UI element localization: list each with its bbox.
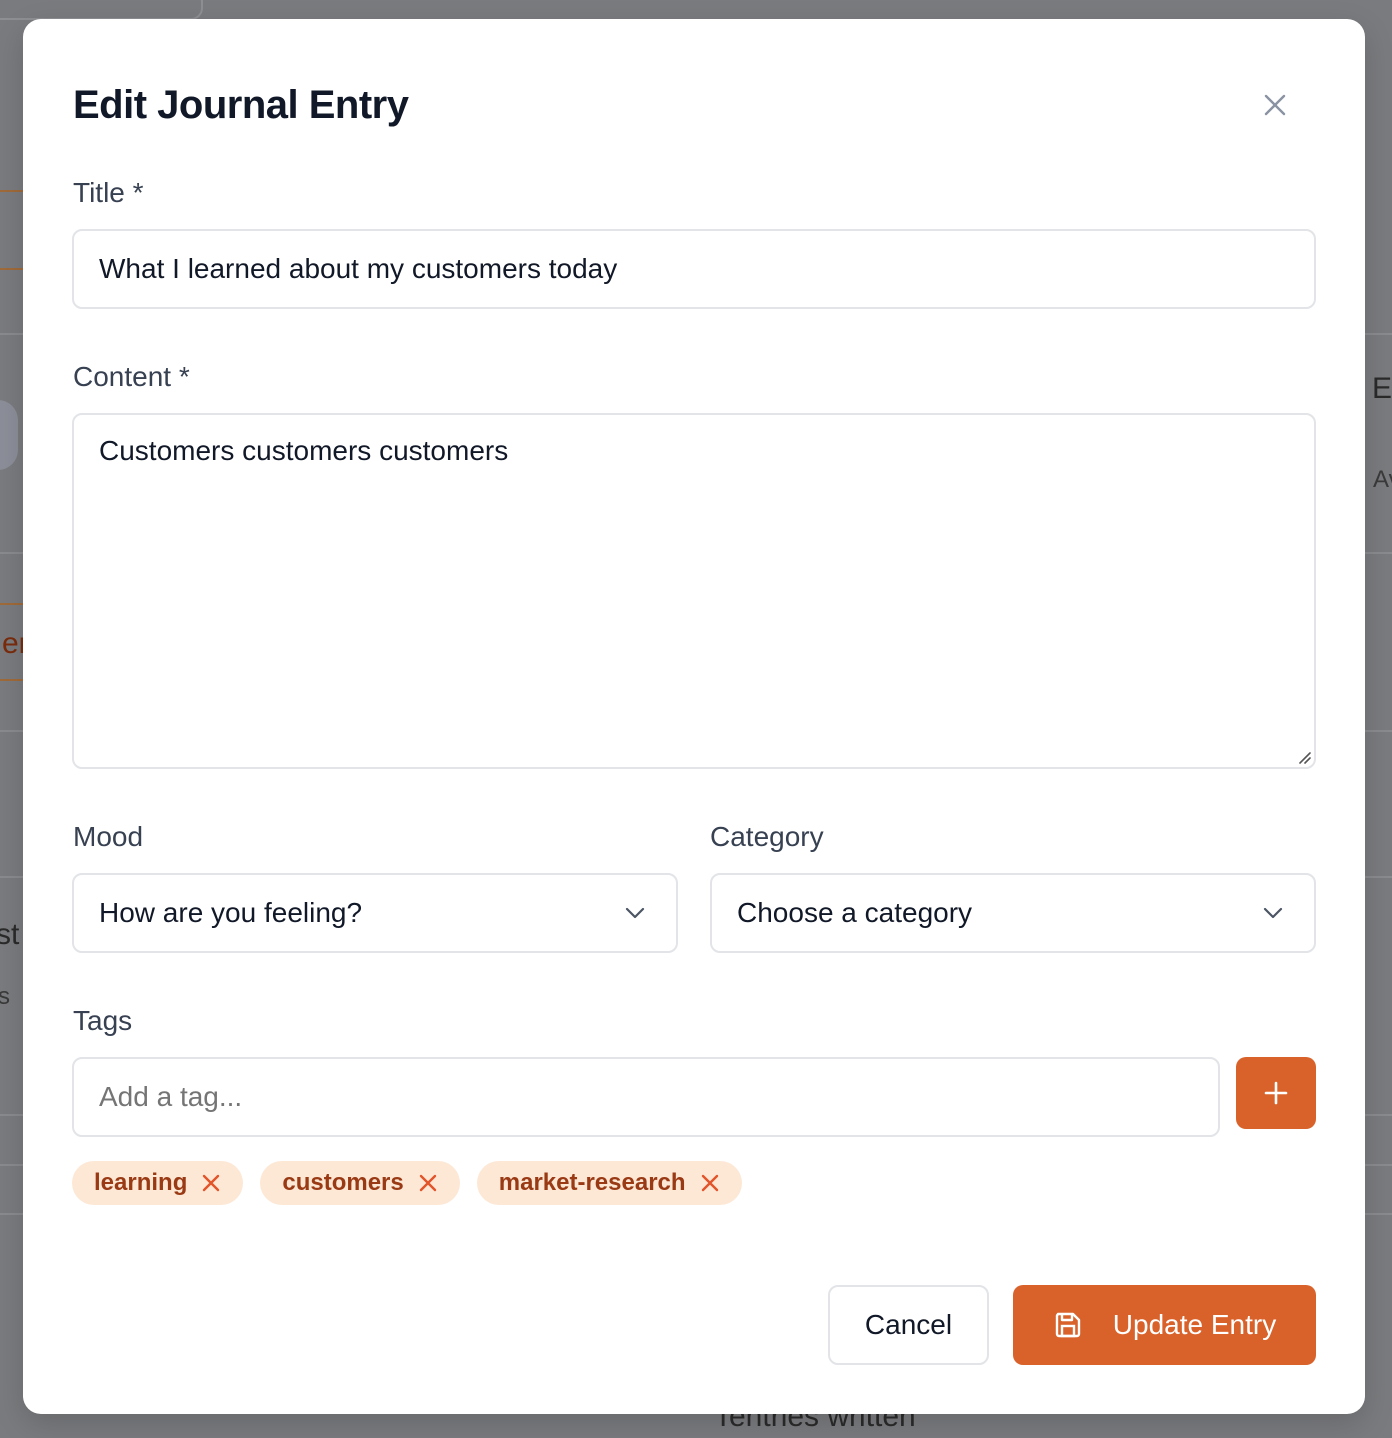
background-avatar: [0, 400, 18, 470]
tag-chip: market-research: [476, 1161, 742, 1205]
background-text-fragment: Av: [1373, 466, 1392, 493]
tag-label: market-research: [498, 1169, 686, 1196]
chevron-down-icon: [1263, 907, 1283, 919]
cancel-button-label: Cancel: [864, 1309, 953, 1340]
title-label: Title *: [73, 177, 144, 208]
add-tag-button[interactable]: [1236, 1057, 1316, 1129]
plus-icon: [1264, 1081, 1288, 1105]
update-entry-button-label: Update Entry: [1112, 1309, 1277, 1340]
remove-tag-button[interactable]: [201, 1173, 221, 1193]
modal-title: Edit Journal Entry: [73, 83, 409, 127]
tag-label: customers: [282, 1169, 404, 1196]
content-textarea[interactable]: Customers customers customers: [72, 413, 1316, 769]
tag-chip: learning: [72, 1161, 244, 1205]
close-icon: [701, 1174, 718, 1192]
tag-input[interactable]: [72, 1057, 1220, 1137]
content-textarea-value: Customers customers customers: [99, 435, 509, 466]
background-highlight: [0, 190, 24, 270]
remove-tag-button[interactable]: [700, 1173, 720, 1193]
tag-list: learning customers market-research: [72, 1161, 742, 1205]
mood-label: Mood: [73, 821, 144, 852]
edit-entry-modal: Edit Journal Entry Title * What I learne…: [23, 19, 1365, 1414]
title-input-value: What I learned about my customers today: [99, 253, 618, 284]
chevron-down-icon: [625, 907, 645, 919]
category-label: Category: [710, 821, 824, 852]
background-text-fragment: s: [0, 983, 10, 1010]
update-entry-button[interactable]: Update Entry: [1013, 1285, 1316, 1365]
category-select[interactable]: Choose a category: [710, 873, 1316, 953]
cancel-button[interactable]: Cancel: [828, 1285, 989, 1365]
background-text-fragment: E: [1372, 372, 1392, 405]
background-text-fragment: st: [0, 918, 20, 951]
save-icon: [1055, 1312, 1080, 1338]
tags-label: Tags: [73, 1005, 133, 1036]
background-card-outline: [0, 0, 203, 20]
tag-label: learning: [94, 1169, 188, 1196]
title-input[interactable]: What I learned about my customers today: [72, 229, 1316, 309]
remove-tag-button[interactable]: [418, 1173, 438, 1193]
content-label: Content *: [73, 361, 190, 392]
tag-chip: customers: [260, 1161, 460, 1205]
close-icon: [1264, 94, 1286, 116]
resize-handle-icon[interactable]: [1294, 747, 1312, 765]
close-icon: [419, 1174, 436, 1192]
category-select-value: Choose a category: [737, 897, 973, 928]
close-icon: [203, 1174, 220, 1192]
close-button[interactable]: [1255, 85, 1295, 125]
mood-select[interactable]: How are you feeling?: [72, 873, 678, 953]
mood-select-value: How are you feeling?: [99, 897, 363, 928]
